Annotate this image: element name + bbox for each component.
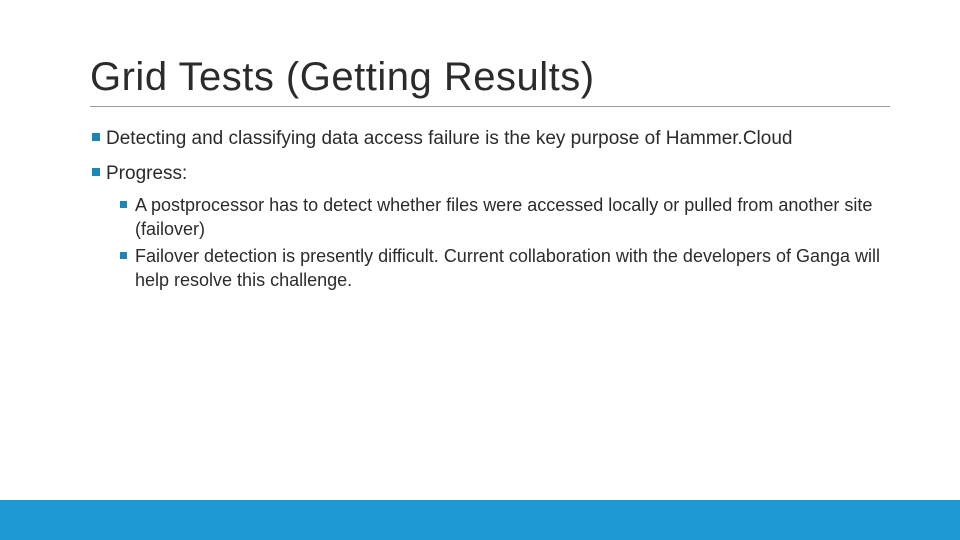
square-bullet-icon [120,252,127,259]
square-bullet-icon [120,201,127,208]
square-bullet-icon [92,133,100,141]
footer-bar [0,500,960,540]
square-bullet-icon [92,168,100,176]
sub-bullet-item: Failover detection is presently difficul… [90,245,890,292]
sub-bullet-item: A postprocessor has to detect whether fi… [90,194,890,241]
bullet-text: Progress: [106,162,187,187]
sub-bullet-text: A postprocessor has to detect whether fi… [135,194,890,241]
bullet-text: Detecting and classifying data access fa… [106,127,792,152]
slide-title: Grid Tests (Getting Results) [90,55,890,107]
slide: Grid Tests (Getting Results) Detecting a… [0,0,960,540]
sub-bullet-text: Failover detection is presently difficul… [135,245,890,292]
bullet-item: Detecting and classifying data access fa… [90,127,890,152]
bullet-item: Progress: [90,162,890,187]
